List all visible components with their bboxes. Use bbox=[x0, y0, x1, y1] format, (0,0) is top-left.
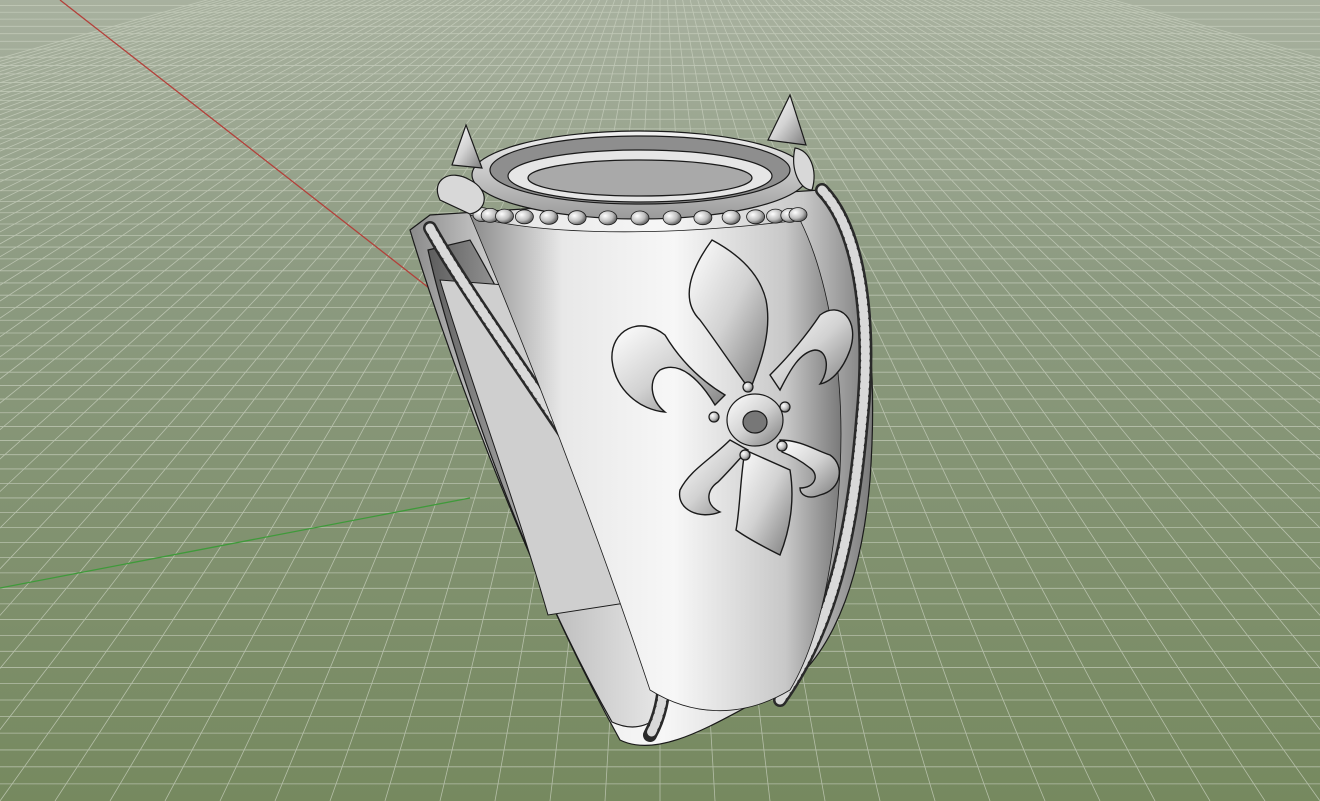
bead bbox=[662, 210, 682, 226]
bead bbox=[630, 210, 650, 226]
bead bbox=[567, 210, 587, 226]
setting-prong-2 bbox=[779, 401, 791, 413]
setting-prong-5 bbox=[708, 411, 720, 423]
bead bbox=[746, 209, 765, 225]
bead bbox=[495, 208, 514, 224]
bead bbox=[788, 207, 808, 223]
bead bbox=[721, 209, 741, 225]
bead bbox=[598, 210, 618, 226]
bezel-opening bbox=[527, 159, 753, 197]
stone-setting-hole bbox=[742, 410, 768, 434]
bead bbox=[539, 209, 559, 225]
viewport-canvas[interactable] bbox=[0, 0, 1320, 801]
setting-prong-1 bbox=[742, 381, 754, 393]
bead bbox=[515, 209, 534, 225]
perspective-viewport[interactable] bbox=[0, 0, 1320, 801]
bead bbox=[693, 210, 713, 226]
setting-prong-4 bbox=[739, 449, 751, 461]
setting-prong-3 bbox=[776, 440, 788, 452]
